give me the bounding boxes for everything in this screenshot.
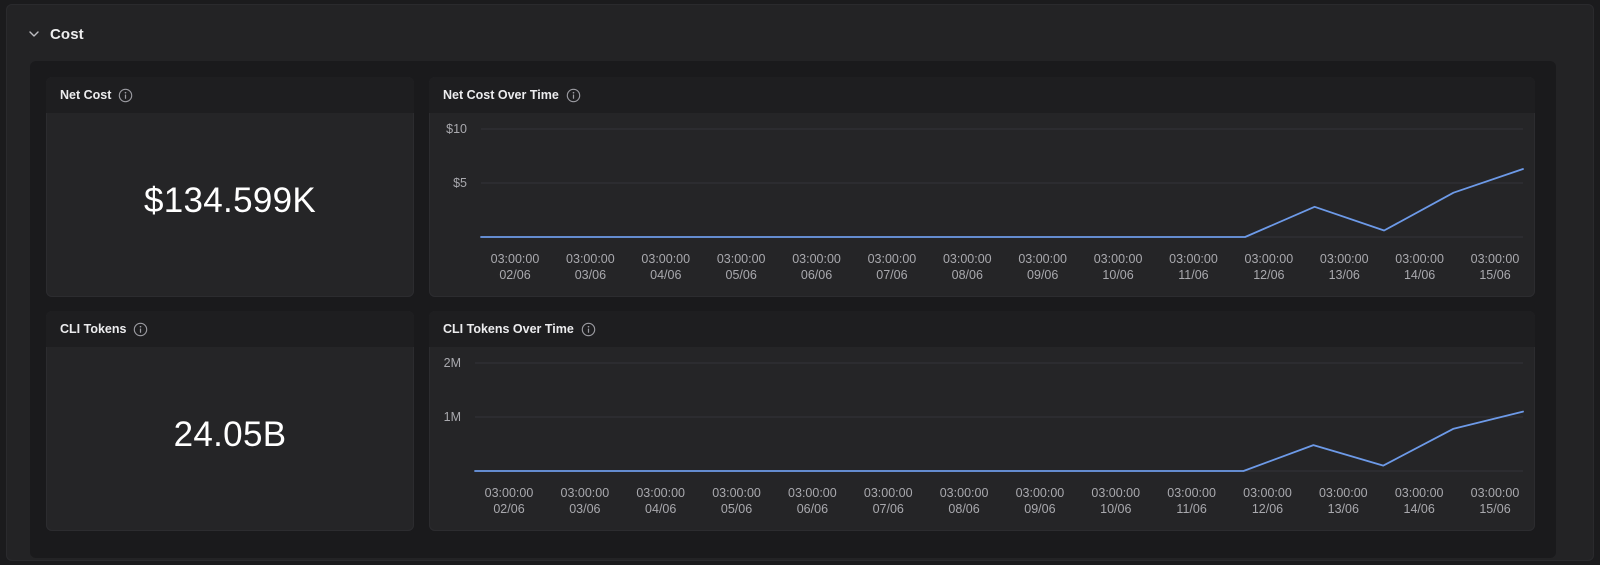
- cli-tokens-y-tick-label: 1M: [444, 410, 461, 424]
- cli-tokens-x-tick-time: 03:00:00: [1319, 486, 1368, 500]
- net-cost-x-tick-date: 06/06: [801, 268, 832, 282]
- cli-tokens-x-tick-date: 10/06: [1100, 502, 1131, 516]
- cli-tokens-x-tick-time: 03:00:00: [1395, 486, 1444, 500]
- cli-tokens-x-tick-date: 04/06: [645, 502, 676, 516]
- cli-tokens-x-tick-date: 02/06: [493, 502, 524, 516]
- net-cost-x-tick-time: 03:00:00: [943, 252, 992, 266]
- net-cost-panel: Net Cost $134.599K: [46, 77, 414, 297]
- net-cost-x-tick-date: 03/06: [575, 268, 606, 282]
- net-cost-x-tick-time: 03:00:00: [792, 252, 841, 266]
- net-cost-chart-title: Net Cost Over Time: [443, 88, 559, 102]
- net-cost-value: $134.599K: [143, 181, 317, 220]
- net-cost-x-tick-date: 12/06: [1253, 268, 1284, 282]
- net-cost-x-tick-time: 03:00:00: [868, 252, 917, 266]
- cli-tokens-x-tick-date: 09/06: [1024, 502, 1055, 516]
- net-cost-x-tick-date: 07/06: [876, 268, 907, 282]
- net-cost-x-tick-date: 10/06: [1102, 268, 1133, 282]
- cli-tokens-series-line: [474, 410, 1524, 472]
- cli-tokens-chart-header: CLI Tokens Over Time: [429, 311, 1535, 347]
- cli-tokens-x-tick-time: 03:00:00: [485, 486, 534, 500]
- cli-tokens-header: CLI Tokens: [46, 311, 414, 347]
- cli-tokens-x-tick-date: 15/06: [1479, 502, 1510, 516]
- net-cost-line-chart: $5 $10 03:00:00 02/06 03:00:00 03/06 03:00:00 0…: [446, 122, 1524, 282]
- cli-tokens-x-tick-time: 03:00:00: [788, 486, 837, 500]
- net-cost-x-tick-time: 03:00:00: [641, 252, 690, 266]
- net-cost-x-tick-time: 03:00:00: [1245, 252, 1294, 266]
- net-cost-chart-panel: Net Cost Over Time $5 $10 03:00:00 02/06 03:…: [429, 77, 1535, 297]
- net-cost-header: Net Cost: [46, 77, 414, 113]
- net-cost-series-line: [480, 168, 1524, 238]
- cli-tokens-x-tick-date: 11/06: [1176, 502, 1206, 516]
- cli-tokens-chart-title: CLI Tokens Over Time: [443, 322, 574, 336]
- net-cost-x-tick-date: 08/06: [952, 268, 983, 282]
- net-cost-x-tick-date: 15/06: [1479, 268, 1510, 282]
- net-cost-x-tick-time: 03:00:00: [717, 252, 766, 266]
- cli-tokens-x-tick-date: 14/06: [1404, 502, 1435, 516]
- cli-tokens-x-tick-time: 03:00:00: [864, 486, 913, 500]
- cli-tokens-title: CLI Tokens: [60, 322, 127, 336]
- net-cost-x-tick-time: 03:00:00: [1094, 252, 1143, 266]
- cli-tokens-x-tick-time: 03:00:00: [1243, 486, 1292, 500]
- cli-tokens-x-tick-time: 03:00:00: [636, 486, 685, 500]
- info-icon[interactable]: [133, 322, 148, 337]
- cli-tokens-panel: CLI Tokens 24.05B: [46, 311, 414, 531]
- cli-tokens-x-tick-date: 07/06: [873, 502, 904, 516]
- cli-tokens-x-tick-date: 03/06: [569, 502, 600, 516]
- net-cost-chart-header: Net Cost Over Time: [429, 77, 1535, 113]
- net-cost-x-tick-time: 03:00:00: [1395, 252, 1444, 266]
- cli-tokens-y-tick-label: 2M: [444, 356, 461, 370]
- info-icon[interactable]: [118, 88, 133, 103]
- net-cost-x-tick-date: 05/06: [726, 268, 757, 282]
- cli-tokens-x-tick-time: 03:00:00: [1091, 486, 1140, 500]
- net-cost-x-tick-time: 03:00:00: [566, 252, 615, 266]
- net-cost-x-tick-time: 03:00:00: [1169, 252, 1218, 266]
- cost-section: Cost Net Cost $134.599K Net Cost Over Ti…: [6, 4, 1594, 561]
- net-cost-x-tick-date: 11/06: [1178, 268, 1208, 282]
- net-cost-x-tick-date: 14/06: [1404, 268, 1435, 282]
- cost-dashboard-grid: Net Cost $134.599K Net Cost Over Time $5…: [30, 61, 1556, 558]
- cli-tokens-chart-panel: CLI Tokens Over Time 1M 2M 03:00:00 02/06 03…: [429, 311, 1535, 531]
- cli-tokens-x-tick-time: 03:00:00: [1167, 486, 1216, 500]
- cli-tokens-x-tick-date: 08/06: [948, 502, 979, 516]
- net-cost-x-tick-time: 03:00:00: [1471, 252, 1520, 266]
- info-icon[interactable]: [566, 88, 581, 103]
- cli-tokens-x-tick-time: 03:00:00: [1471, 486, 1520, 500]
- net-cost-x-tick-date: 09/06: [1027, 268, 1058, 282]
- cli-tokens-x-tick-date: 06/06: [797, 502, 828, 516]
- cli-tokens-x-tick-time: 03:00:00: [1016, 486, 1065, 500]
- section-title: Cost: [50, 25, 84, 43]
- cli-tokens-x-tick-date: 12/06: [1252, 502, 1283, 516]
- cli-tokens-value: 24.05B: [173, 415, 287, 454]
- net-cost-x-tick-time: 03:00:00: [1018, 252, 1067, 266]
- cli-tokens-x-tick-date: 13/06: [1328, 502, 1359, 516]
- cli-tokens-x-tick-time: 03:00:00: [712, 486, 761, 500]
- net-cost-x-tick-time: 03:00:00: [491, 252, 540, 266]
- cli-tokens-x-tick-time: 03:00:00: [940, 486, 989, 500]
- net-cost-y-tick-label: $10: [446, 122, 467, 136]
- net-cost-x-tick-time: 03:00:00: [1320, 252, 1369, 266]
- section-header[interactable]: Cost: [28, 22, 84, 46]
- net-cost-x-tick-date: 02/06: [499, 268, 530, 282]
- cli-tokens-line-chart: 1M 2M 03:00:00 02/06 03:00:00 03/06 03:00:00 04…: [444, 356, 1524, 516]
- net-cost-x-tick-date: 04/06: [650, 268, 681, 282]
- cli-tokens-x-tick-date: 05/06: [721, 502, 752, 516]
- cli-tokens-x-tick-time: 03:00:00: [561, 486, 610, 500]
- net-cost-title: Net Cost: [60, 88, 112, 102]
- net-cost-x-tick-date: 13/06: [1329, 268, 1360, 282]
- info-icon[interactable]: [581, 322, 596, 337]
- net-cost-y-tick-label: $5: [453, 176, 467, 190]
- chevron-down-icon[interactable]: [28, 28, 40, 40]
